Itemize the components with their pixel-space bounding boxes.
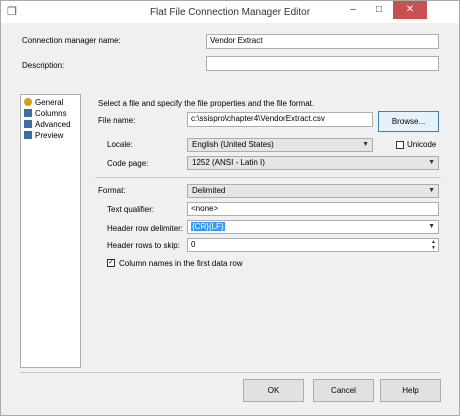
help-button[interactable]: Help [380,379,441,402]
chevron-down-icon: ▼ [428,187,435,194]
text-qualifier-input[interactable]: <none> [187,202,439,216]
header-rows-to-skip-stepper[interactable]: 0 ▲ ▼ [187,238,439,252]
header-row-delimiter-select[interactable]: {CR}{LF} ▼ [187,220,439,234]
close-button[interactable]: ✕ [393,1,427,19]
code-page-value: 1252 (ANSI - Latin I) [192,158,265,167]
nav-item-general[interactable]: General [24,98,63,107]
code-page-select[interactable]: 1252 (ANSI - Latin I) ▼ [187,156,439,170]
page-nav-list: General Columns Advanced Preview [20,94,81,368]
chevron-down-icon: ▼ [428,223,435,230]
description-label: Description: [22,61,65,70]
nav-item-columns-label: Columns [35,109,67,118]
file-name-input[interactable]: c:\ssispro\chapter4\VendorExtract.csv [187,112,373,127]
columns-icon [24,109,32,117]
file-name-label: File name: [98,116,136,125]
locale-label: Locale: [107,140,133,149]
minimize-button[interactable]: – [341,1,365,19]
instruction-text: Select a file and specify the file prope… [98,99,315,108]
chevron-down-icon: ▼ [362,141,369,148]
general-icon [24,98,32,106]
cancel-button[interactable]: Cancel [313,379,374,402]
header-rows-to-skip-value: 0 [191,240,196,249]
nav-item-preview-label: Preview [35,131,64,140]
title-bar: ❐ Flat File Connection Manager Editor – … [1,1,459,23]
spin-down-icon[interactable]: ▼ [431,246,436,251]
nav-item-general-label: General [35,98,64,107]
dialog-window: ❐ Flat File Connection Manager Editor – … [0,0,460,416]
ok-button[interactable]: OK [243,379,304,402]
nav-item-columns[interactable]: Columns [24,109,67,118]
column-names-checkbox[interactable]: ✓ [107,259,115,267]
checkmark-icon: ✓ [108,259,114,266]
connection-manager-name-input[interactable]: Vendor Extract [206,34,439,49]
text-qualifier-label: Text qualifier: [107,205,155,214]
footer-divider [20,372,440,373]
maximize-button[interactable]: □ [367,1,391,19]
advanced-icon [24,120,32,128]
unicode-label: Unicode [407,140,437,149]
description-input[interactable] [206,56,439,71]
column-names-label: Column names in the first data row [119,259,243,268]
locale-value: English (United States) [192,140,274,149]
chevron-down-icon: ▼ [428,159,435,166]
nav-item-advanced-label: Advanced [35,120,71,129]
nav-item-advanced[interactable]: Advanced [24,120,71,129]
format-value: Delimited [192,186,226,195]
header-row-delimiter-value: {CR}{LF} [191,222,225,231]
format-label: Format: [98,186,126,195]
section-divider [95,177,441,178]
unicode-checkbox[interactable] [396,141,404,149]
browse-button[interactable]: Browse... [378,111,439,132]
nav-item-preview[interactable]: Preview [24,131,63,140]
code-page-label: Code page: [107,159,149,168]
locale-select[interactable]: English (United States) ▼ [187,138,373,152]
header-row-delimiter-label: Header row delimiter: [107,224,184,233]
format-select[interactable]: Delimited ▼ [187,184,439,198]
connection-manager-name-label: Connection manager name: [22,36,121,45]
preview-icon [24,131,32,139]
header-rows-to-skip-label: Header rows to skip: [107,241,180,250]
